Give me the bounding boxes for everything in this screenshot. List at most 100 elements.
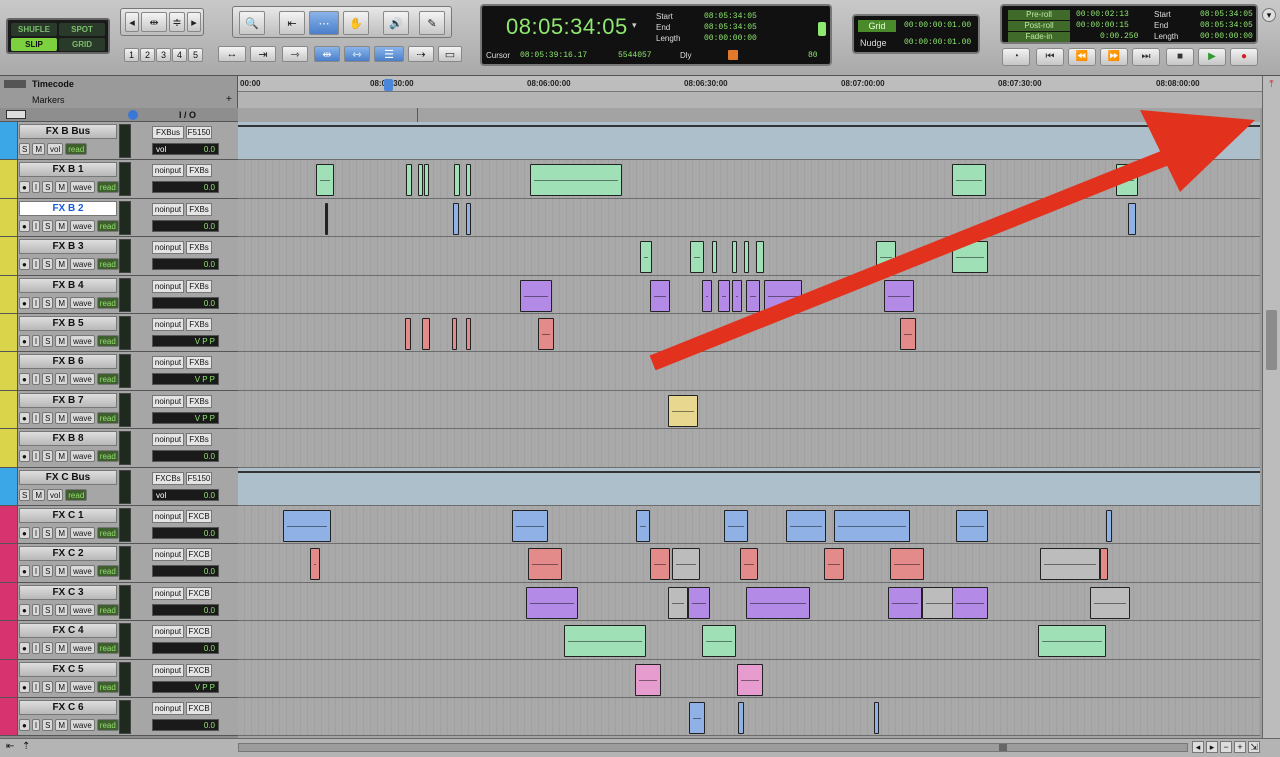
automation-mode[interactable]: read [96, 527, 119, 539]
audio-clip[interactable] [406, 164, 412, 197]
solo-button[interactable]: S [42, 719, 54, 731]
output-selector[interactable]: FXBs [186, 164, 212, 178]
mute-button[interactable]: M [55, 642, 69, 655]
volume-display[interactable]: vol 0.0 [152, 143, 219, 155]
audio-clip[interactable] [874, 702, 879, 734]
record-icon[interactable]: ● [1230, 48, 1258, 66]
nudge-value[interactable]: 00:00:00:01.00 [904, 38, 971, 47]
solo-button[interactable]: S [19, 488, 31, 501]
volume-display[interactable]: 0.0 [152, 296, 219, 309]
track-header[interactable]: FX B 8 ● I S Mwave read noinput FXBs 0.0 [0, 429, 238, 468]
automation-mode[interactable]: read [96, 565, 119, 578]
audio-clip[interactable] [325, 202, 328, 235]
audio-clip[interactable] [764, 279, 802, 312]
zoomer-tool-icon[interactable]: 🔍 [239, 11, 265, 35]
audio-clip[interactable] [1090, 586, 1130, 619]
audio-clip[interactable] [952, 241, 988, 274]
volume-display[interactable]: 0.0 [152, 642, 219, 655]
track-lane[interactable] [238, 352, 1260, 391]
track-view-selector[interactable]: wave [70, 719, 95, 731]
window-option-icon[interactable]: ▭ [438, 46, 462, 62]
audio-clip[interactable] [732, 279, 742, 312]
automation-mode[interactable]: read [96, 450, 119, 463]
solo-button[interactable]: S [42, 373, 54, 386]
output-selector[interactable]: FXBs [186, 318, 212, 331]
audio-clip[interactable] [650, 548, 670, 581]
transport-end-value[interactable]: 08:05:34:05 [1200, 21, 1253, 30]
scrubber-tool-icon[interactable]: 🔊 [383, 11, 409, 35]
grid-value[interactable]: 00:00:00:01.00 [904, 21, 971, 30]
record-enable-icon[interactable]: ● [19, 219, 30, 232]
track-lane[interactable] [238, 698, 1260, 737]
pencil-tool-icon[interactable]: ✎ [419, 11, 445, 35]
track-name[interactable]: FX C 5 [19, 661, 117, 677]
solo-button[interactable]: S [42, 335, 54, 347]
mute-button[interactable]: M [55, 335, 69, 347]
audio-clip[interactable] [724, 510, 748, 542]
audio-clip[interactable] [888, 586, 922, 619]
audio-clip[interactable] [740, 548, 758, 581]
input-selector[interactable]: noinput [152, 394, 184, 408]
zoom-out-left-icon[interactable]: ◂ [125, 12, 139, 32]
output-selector[interactable]: FXCB [186, 663, 212, 677]
output-selector[interactable]: FXBs [186, 394, 212, 408]
link-track-icon[interactable]: ⇥ [250, 46, 276, 62]
track-view-selector[interactable]: wave [70, 603, 95, 616]
audio-clip[interactable] [520, 279, 552, 312]
snap-left-icon[interactable]: ↔ [218, 46, 246, 62]
horizontal-scroll-thumb[interactable] [999, 744, 1007, 751]
record-enable-icon[interactable]: ● [19, 642, 30, 655]
record-enable-icon[interactable]: ● [19, 680, 30, 693]
vertical-scroll-thumb[interactable] [1266, 310, 1277, 370]
input-monitor-icon[interactable]: I [31, 258, 41, 271]
audio-clip[interactable] [454, 164, 460, 197]
volume-display[interactable]: vol 0.0 [152, 488, 219, 501]
track-header[interactable]: FX C 6 ● I S Mwave read noinput FXCB 0.0 [0, 698, 238, 737]
output-selector[interactable]: FXBs [186, 279, 212, 293]
input-monitor-icon[interactable]: I [31, 219, 41, 232]
audio-clip[interactable] [512, 510, 548, 542]
audio-clip[interactable] [310, 548, 320, 581]
output-selector[interactable]: F5150 [186, 126, 212, 139]
audio-clip[interactable] [636, 510, 650, 542]
track-name[interactable]: FX C 3 [19, 584, 117, 600]
zoom-minus-icon[interactable]: − [1220, 741, 1232, 753]
track-header[interactable]: FX B 5 ● I S Mwave read noinput FXBs V P P [0, 314, 238, 353]
record-enable-icon[interactable]: ● [19, 603, 30, 616]
mute-button[interactable]: M [55, 296, 69, 309]
input-selector[interactable]: noinput [152, 356, 184, 370]
track-header[interactable]: FX B 4 ● I S Mwave read noinput FXBs 0.0 [0, 275, 238, 314]
mute-button[interactable]: M [55, 450, 69, 463]
audio-clip[interactable] [528, 548, 562, 581]
output-selector[interactable]: F5150 [186, 471, 212, 485]
input-monitor-icon[interactable]: I [31, 565, 41, 578]
audio-clip[interactable] [424, 164, 429, 197]
track-lane[interactable] [238, 621, 1260, 660]
track-view-selector[interactable]: wave [70, 258, 95, 271]
audio-clip[interactable] [738, 702, 744, 734]
solo-button[interactable]: S [42, 603, 54, 616]
mute-button[interactable]: M [55, 411, 69, 424]
sel-length-value[interactable]: 00:00:00:00 [704, 34, 757, 43]
audio-clip[interactable] [635, 663, 661, 696]
track-header[interactable]: FX B 6 ● I S Mwave read noinput FXBs V P P [0, 352, 238, 391]
track-name[interactable]: FX B 6 [19, 354, 117, 370]
volume-display[interactable]: V P P [152, 411, 219, 424]
record-enable-icon[interactable]: ● [19, 181, 30, 194]
record-enable-icon[interactable]: ● [19, 335, 30, 347]
record-enable-icon[interactable]: ● [19, 373, 30, 386]
record-enable-icon[interactable]: ● [19, 296, 30, 309]
track-view-selector[interactable]: vol [47, 143, 64, 155]
audio-clip[interactable] [746, 279, 760, 312]
track-list-icon[interactable] [6, 110, 26, 119]
collapse-icon[interactable]: ⇡ [22, 741, 30, 752]
track-lane[interactable] [238, 659, 1260, 698]
audio-clip[interactable] [422, 318, 430, 350]
audio-clip[interactable] [466, 202, 471, 235]
track-header[interactable]: FX C 4 ● I S Mwave read noinput FXCB 0.0 [0, 621, 238, 660]
solo-button[interactable]: S [42, 565, 54, 578]
playhead-marker-icon[interactable] [384, 79, 393, 91]
mute-button[interactable]: M [55, 565, 69, 578]
audio-clip[interactable] [956, 510, 988, 542]
audio-clip[interactable] [876, 241, 896, 274]
